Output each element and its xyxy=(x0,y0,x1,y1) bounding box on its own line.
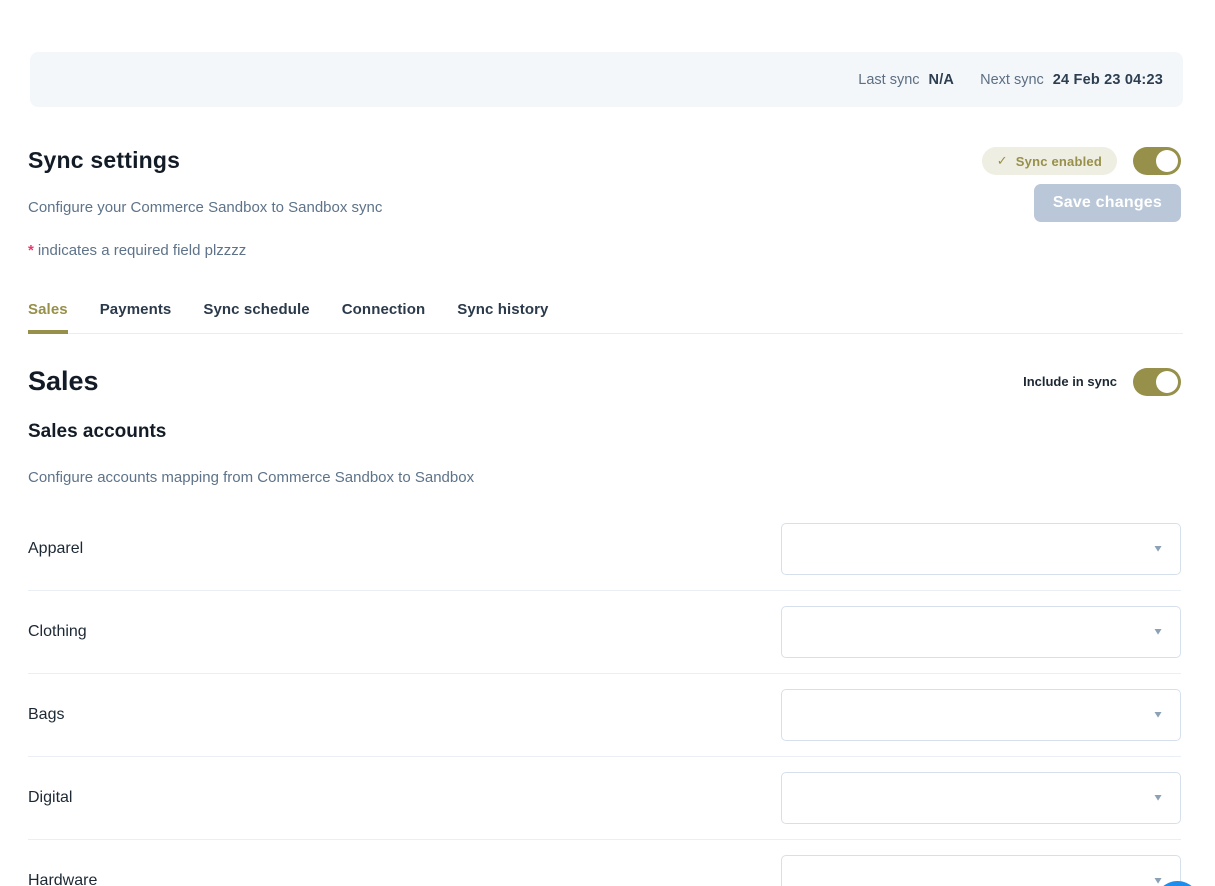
chevron-down-icon: ▼ xyxy=(1152,792,1164,803)
mapping-row: Clothing ▼ xyxy=(28,591,1181,674)
required-note-text: indicates a required field plzzzz xyxy=(38,242,246,259)
chevron-down-icon: ▼ xyxy=(1152,543,1164,554)
sync-enabled-badge-label: Sync enabled xyxy=(1016,154,1102,169)
account-select[interactable]: ▼ xyxy=(781,772,1181,824)
header-left: Sync settings Configure your Commerce Sa… xyxy=(28,147,382,222)
account-select[interactable]: ▼ xyxy=(781,855,1181,886)
include-in-sync-toggle[interactable] xyxy=(1133,368,1181,396)
chevron-down-icon: ▼ xyxy=(1152,875,1164,886)
include-in-sync-row: Include in sync xyxy=(1023,368,1181,396)
mapping-row-label: Bags xyxy=(28,706,64,724)
sync-enabled-toggle[interactable] xyxy=(1133,147,1181,175)
tab-bar: Sales Payments Sync schedule Connection Sync… xyxy=(28,295,1183,334)
required-asterisk: * xyxy=(28,242,34,259)
tab-sync-schedule[interactable]: Sync schedule xyxy=(203,295,309,334)
sales-accounts-heading: Sales accounts xyxy=(28,421,1187,443)
required-field-note: *indicates a required field plzzzz xyxy=(28,242,1187,259)
sales-accounts-subtitle: Configure accounts mapping from Commerce… xyxy=(28,469,1187,486)
last-sync-label: Last sync xyxy=(858,72,919,88)
toggle-knob xyxy=(1156,150,1178,172)
next-sync-value: 24 Feb 23 04:23 xyxy=(1053,72,1163,88)
sync-enabled-badge: ✓ Sync enabled xyxy=(982,147,1117,175)
tab-sync-history[interactable]: Sync history xyxy=(457,295,548,334)
header-right: ✓ Sync enabled Save changes xyxy=(982,147,1181,222)
mapping-row: Hardware ▼ xyxy=(28,840,1181,886)
include-in-sync-label: Include in sync xyxy=(1023,374,1117,389)
account-select[interactable]: ▼ xyxy=(781,689,1181,741)
next-sync-label: Next sync xyxy=(980,72,1044,88)
toggle-knob xyxy=(1156,371,1178,393)
sync-status-bar: Last sync N/A Next sync 24 Feb 23 04:23 xyxy=(30,52,1183,107)
mapping-row: Digital ▼ xyxy=(28,757,1181,840)
mapping-row-label: Clothing xyxy=(28,623,87,641)
page-title: Sync settings xyxy=(28,147,382,174)
sales-section-head: Sales Include in sync xyxy=(28,366,1181,397)
save-changes-button[interactable]: Save changes xyxy=(1034,184,1181,222)
last-sync-stat: Last sync N/A xyxy=(858,72,954,88)
account-select[interactable]: ▼ xyxy=(781,523,1181,575)
account-select[interactable]: ▼ xyxy=(781,606,1181,658)
mapping-row: Apparel ▼ xyxy=(28,508,1181,591)
mapping-row-label: Digital xyxy=(28,789,72,807)
mapping-row-label: Apparel xyxy=(28,540,83,558)
sales-section-title: Sales xyxy=(28,366,99,397)
accounts-mapping-list: Apparel ▼ Clothing ▼ Bags ▼ Digital ▼ Ha… xyxy=(28,508,1181,886)
page-header: Sync settings Configure your Commerce Sa… xyxy=(28,147,1181,222)
chevron-down-icon: ▼ xyxy=(1152,709,1164,720)
mapping-row-label: Hardware xyxy=(28,872,97,886)
last-sync-value: N/A xyxy=(929,72,955,88)
next-sync-stat: Next sync 24 Feb 23 04:23 xyxy=(980,72,1163,88)
page-subtitle: Configure your Commerce Sandbox to Sandb… xyxy=(28,199,382,216)
mapping-row: Bags ▼ xyxy=(28,674,1181,757)
tab-connection[interactable]: Connection xyxy=(342,295,426,334)
check-icon: ✓ xyxy=(997,153,1008,169)
tab-sales[interactable]: Sales xyxy=(28,295,68,334)
chevron-down-icon: ▼ xyxy=(1152,626,1164,637)
tab-payments[interactable]: Payments xyxy=(100,295,172,334)
